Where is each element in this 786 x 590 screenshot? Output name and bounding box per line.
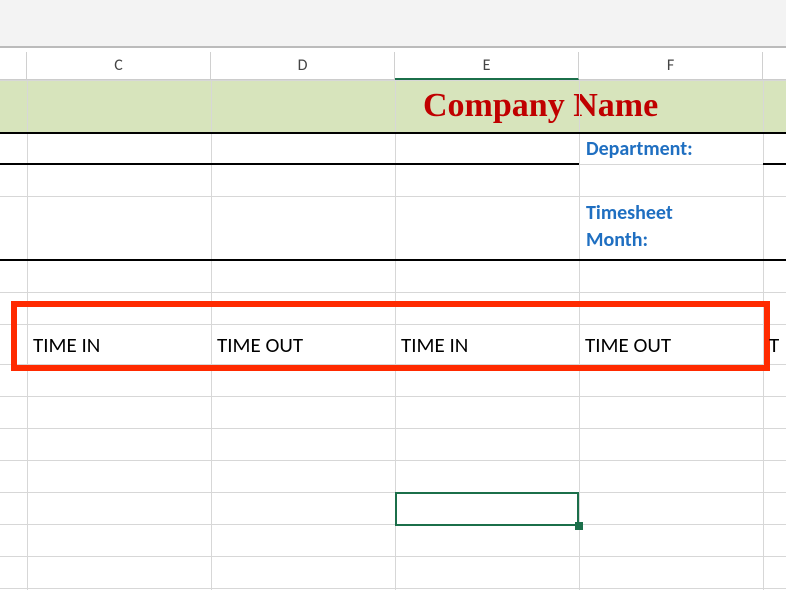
gridline-h xyxy=(0,292,786,293)
column-header-C[interactable]: C xyxy=(27,52,211,80)
label-timesheet-month-line1: Timesheet xyxy=(586,201,673,225)
company-name-title: Company Name xyxy=(423,80,785,132)
gridline-h xyxy=(0,396,786,397)
header-time-out-2: TIME OUT xyxy=(585,332,671,358)
column-header-C-label: C xyxy=(114,56,123,75)
column-header-F-label: F xyxy=(667,56,674,75)
gridline-h xyxy=(0,492,786,493)
gridline-h xyxy=(0,460,786,461)
selected-cell[interactable] xyxy=(395,492,579,526)
column-header-D[interactable]: D xyxy=(211,52,395,80)
column-header-row: C D E F xyxy=(0,52,786,80)
column-header-F[interactable]: F xyxy=(579,52,763,80)
header-time-out-1: TIME OUT xyxy=(217,332,303,358)
gridline-h xyxy=(0,556,786,557)
border-bot-row2-right xyxy=(763,163,786,165)
rowcol-corner[interactable] xyxy=(0,52,27,80)
gridline-h xyxy=(0,524,786,525)
gridline-h xyxy=(0,196,786,197)
toolbar-area xyxy=(0,0,786,46)
header-time-in-1: TIME IN xyxy=(33,332,100,358)
gridline-h xyxy=(0,428,786,429)
border-bot-row2 xyxy=(0,163,579,165)
border-bot-row4 xyxy=(0,259,786,261)
gridline-h xyxy=(0,588,786,589)
gridline-h xyxy=(0,80,786,81)
column-header-D-label: D xyxy=(298,56,308,75)
column-header-E-label: E xyxy=(483,56,491,75)
border-top-row2 xyxy=(0,132,786,134)
label-department: Department: xyxy=(586,137,693,161)
header-partial-g: T xyxy=(769,332,779,358)
column-header-G-partial[interactable] xyxy=(763,52,786,80)
spreadsheet-viewport: C D E F Company Name Department: Timeshe… xyxy=(0,0,786,590)
column-header-E[interactable]: E xyxy=(395,52,579,80)
selection-fill-handle[interactable] xyxy=(575,522,583,530)
toolbar-border xyxy=(0,46,786,48)
header-time-in-2: TIME IN xyxy=(401,332,468,358)
label-timesheet-month-line2: Month: xyxy=(586,228,648,252)
